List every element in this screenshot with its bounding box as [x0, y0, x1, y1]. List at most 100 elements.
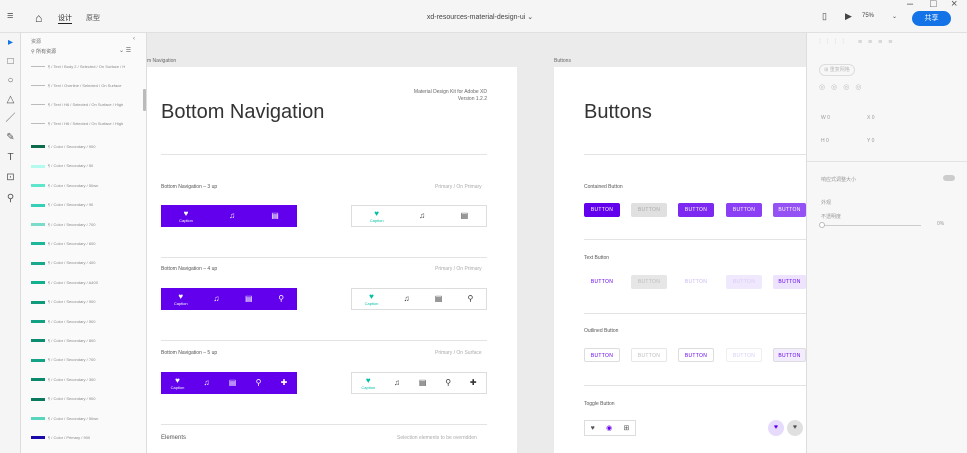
- asset-color[interactable]: ¶ / Color / Secondary / 90: [31, 200, 143, 209]
- nav-item-music[interactable]: ♫: [213, 295, 219, 303]
- artboard-buttons[interactable]: Buttons Contained Button BUTTON BUTTON B…: [554, 67, 806, 453]
- text-button-focus[interactable]: BUTTON: [726, 275, 762, 289]
- line-tool-icon[interactable]: ／: [0, 113, 21, 125]
- opacity-value[interactable]: 0%: [937, 221, 944, 227]
- contained-button-disabled[interactable]: BUTTON: [631, 203, 667, 217]
- zoom-tool-icon[interactable]: ⚲: [0, 193, 21, 205]
- asset-color[interactable]: ¶ / Color / Secondary / 900: [31, 394, 143, 403]
- nav-item-book[interactable]: ▤: [435, 295, 443, 303]
- maximize-button[interactable]: □: [930, 0, 937, 10]
- artboard-tool-icon[interactable]: ⊡: [0, 172, 21, 184]
- outlined-button[interactable]: BUTTON: [584, 348, 620, 362]
- text-tool-icon[interactable]: T: [0, 152, 21, 164]
- artboard-bottom-navigation[interactable]: Bottom Navigation Material Design Kit fo…: [147, 67, 517, 453]
- boolean-ops-icons[interactable]: ◎◎◎◎: [819, 83, 867, 91]
- bottom-nav-4-dark[interactable]: ♥ Caption ♫ ▤ ⚲: [161, 288, 297, 310]
- eye-icon[interactable]: ◉: [606, 424, 612, 432]
- polygon-tool-icon[interactable]: △: [0, 94, 21, 106]
- nav-item-search[interactable]: ⚲: [445, 379, 451, 387]
- bottom-nav-5-dark[interactable]: ♥ Caption ♫ ▤ ⚲ ✚: [161, 372, 297, 394]
- nav-item-like[interactable]: ✚: [470, 379, 477, 387]
- bottom-nav-5-light[interactable]: ♥ Caption ♫ ▤ ⚲ ✚: [351, 372, 487, 394]
- nav-item-favorite[interactable]: ♥ Caption: [174, 292, 188, 306]
- nav-item-favorite[interactable]: ♥ Caption: [361, 376, 375, 390]
- rectangle-tool-icon[interactable]: □: [0, 56, 21, 68]
- bottom-nav-3-dark[interactable]: ♥ Caption ♫ ▤: [161, 205, 297, 227]
- nav-item-music[interactable]: ♫: [404, 295, 410, 303]
- outlined-button-disabled[interactable]: BUTTON: [631, 348, 667, 362]
- filter-chevron-down-icon[interactable]: ⌄ ☰: [119, 47, 131, 54]
- height-field[interactable]: H 0: [821, 138, 829, 144]
- toggle-button-group[interactable]: ♥ ◉ ⊞: [584, 420, 636, 436]
- asset-text-style[interactable]: ¶ / Text / Body 2 / Selected / On Surfac…: [31, 62, 143, 71]
- asset-color[interactable]: ¶ / Color / Secondary / 300: [31, 375, 143, 384]
- nav-item-book[interactable]: ▤: [461, 212, 469, 220]
- asset-text-style[interactable]: ¶ / Text / H6 / Selected / On Surface / …: [31, 100, 143, 109]
- width-field[interactable]: W 0: [821, 115, 830, 121]
- align-icons[interactable]: ⫶⫶⫶⫶ ≡≡≡≡: [819, 39, 898, 47]
- outlined-button-pressed[interactable]: BUTTON: [773, 348, 806, 362]
- hamburger-menu-icon[interactable]: ≡: [7, 10, 13, 22]
- asset-color[interactable]: ¶ / Color / Secondary / 50: [31, 161, 143, 170]
- asset-color[interactable]: ¶ / Color / Primary / 900: [31, 433, 143, 442]
- bottom-nav-3-light[interactable]: ♥ Caption ♫ ▤: [351, 205, 487, 227]
- cart-icon[interactable]: ⊞: [623, 424, 629, 432]
- artboard-label-bottom-navigation[interactable]: m Navigation: [147, 58, 176, 64]
- asset-color[interactable]: ¶ / Color / Secondary / A400: [31, 278, 143, 287]
- asset-color[interactable]: ¶ / Color / Secondary / 700: [31, 220, 143, 229]
- assets-scrollbar[interactable]: [143, 89, 146, 111]
- asset-text-style[interactable]: ¶ / Text / H6 / Selected / On Surface / …: [31, 119, 143, 128]
- nav-item-favorite[interactable]: ♥ Caption: [370, 209, 384, 223]
- home-icon[interactable]: ⌂: [35, 11, 42, 25]
- asset-color[interactable]: ¶ / Color / Secondary / 50wn: [31, 414, 143, 423]
- outlined-button-focus[interactable]: BUTTON: [726, 348, 762, 362]
- responsive-resize-toggle[interactable]: [943, 175, 955, 181]
- text-button-disabled[interactable]: BUTTON: [631, 275, 667, 289]
- heart-icon[interactable]: ♥: [591, 425, 595, 432]
- asset-color[interactable]: ¶ / Color / Secondary / 50wn: [31, 181, 143, 190]
- close-button[interactable]: ×: [951, 0, 957, 10]
- asset-color[interactable]: ¶ / Color / Secondary / 600: [31, 239, 143, 248]
- asset-color[interactable]: ¶ / Color / Secondary / 500: [31, 317, 143, 326]
- nav-item-favorite[interactable]: ♥ Caption: [179, 209, 193, 223]
- nav-item-music[interactable]: ♫: [419, 212, 425, 220]
- nav-item-book[interactable]: ▤: [229, 379, 237, 387]
- asset-color[interactable]: ¶ / Color / Secondary / 700: [31, 355, 143, 364]
- opacity-slider-handle[interactable]: [819, 222, 825, 228]
- collapse-icon[interactable]: ‹: [133, 36, 135, 42]
- bottom-nav-4-light[interactable]: ♥ Caption ♫ ▤ ⚲: [351, 288, 487, 310]
- play-icon[interactable]: ▶: [845, 11, 852, 22]
- nav-item-music[interactable]: ♫: [394, 379, 400, 387]
- document-title[interactable]: xd-resources-material-design-ui ⌄: [360, 13, 600, 21]
- zoom-level[interactable]: 75%: [862, 13, 874, 19]
- asset-color[interactable]: ¶ / Color / Secondary / 900: [31, 142, 143, 151]
- repeat-grid-button[interactable]: ⊞ 重复网格: [819, 64, 855, 76]
- asset-color[interactable]: ¶ / Color / Secondary / 400: [31, 258, 143, 267]
- asset-search[interactable]: ⚲ 所有资源: [31, 48, 56, 55]
- x-field[interactable]: X 0: [867, 115, 875, 121]
- zoom-chevron-down-icon[interactable]: ⌄: [892, 13, 897, 20]
- nav-item-search[interactable]: ⚲: [468, 295, 474, 303]
- nav-item-favorite[interactable]: ♥ Caption: [365, 292, 379, 306]
- ellipse-tool-icon[interactable]: ○: [0, 75, 21, 87]
- nav-item-book[interactable]: ▤: [245, 295, 253, 303]
- contained-button[interactable]: BUTTON: [584, 203, 620, 217]
- nav-item-like[interactable]: ✚: [281, 379, 288, 387]
- toggle-favorite-on[interactable]: ♥: [768, 420, 784, 436]
- search-input[interactable]: 所有资源: [36, 49, 56, 55]
- tab-design[interactable]: 设计: [58, 13, 72, 24]
- outlined-button-hover[interactable]: BUTTON: [678, 348, 714, 362]
- text-button-hover[interactable]: BUTTON: [678, 275, 714, 289]
- nav-item-book[interactable]: ▤: [271, 212, 279, 220]
- text-button-pressed[interactable]: BUTTON: [773, 275, 806, 289]
- nav-item-search[interactable]: ⚲: [256, 379, 262, 387]
- asset-text-style[interactable]: ¶ / Text / Overline / Selected / On Surf…: [31, 81, 143, 90]
- toggle-favorite-off[interactable]: ♥: [787, 420, 803, 436]
- contained-button-hover[interactable]: BUTTON: [678, 203, 714, 217]
- nav-item-search[interactable]: ⚲: [278, 295, 284, 303]
- nav-item-favorite[interactable]: ♥ Caption: [171, 376, 185, 390]
- text-button[interactable]: BUTTON: [584, 275, 620, 289]
- nav-item-music[interactable]: ♫: [204, 379, 210, 387]
- tab-prototype[interactable]: 原型: [86, 13, 100, 23]
- contained-button-focus[interactable]: BUTTON: [726, 203, 762, 217]
